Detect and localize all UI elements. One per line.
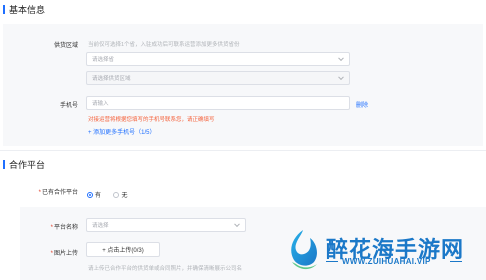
section-title-basic-text: 基本信息 <box>9 5 46 15</box>
province-select-placeholder: 请选择省 <box>92 57 115 63</box>
upload-button-label: + 点击上传(0/3) <box>102 248 144 254</box>
radio-option-no[interactable]: 无 <box>113 186 127 203</box>
supply-region-select[interactable]: 请选择供货区域 <box>86 71 350 85</box>
radio-option-yes[interactable]: 有 <box>87 186 105 203</box>
province-select[interactable]: 请选择省 <box>86 52 350 66</box>
section-title-partner: 合作平台 <box>3 158 45 171</box>
platform-name-select[interactable]: 请选择 <box>86 218 246 232</box>
add-phone-link[interactable]: + 添加更多手机号（1/5） <box>88 127 156 136</box>
section-divider <box>0 150 486 151</box>
has-platform-radio-group: 有 无 <box>87 186 127 204</box>
radio-option-no-label: 无 <box>121 193 128 200</box>
platform-name-label: *平台名称 <box>50 225 78 231</box>
chevron-down-icon <box>234 221 240 228</box>
has-platform-label: *已有合作平台 <box>38 190 78 196</box>
delete-phone-button[interactable]: 删除 <box>356 100 368 109</box>
phone-input[interactable]: 请输入 <box>86 96 350 110</box>
phone-input-placeholder: 请输入 <box>92 101 109 107</box>
chevron-down-icon <box>338 74 344 81</box>
watermark-rule-right <box>450 261 462 262</box>
image-upload-label: *图片上传 <box>50 251 78 257</box>
platform-name-select-placeholder: 请选择 <box>92 223 109 229</box>
section-accent-bar <box>3 5 5 14</box>
radio-unchecked-icon <box>113 191 120 198</box>
watermark: 醉花海手游网 WWW.ZUIHUAHAI.VIP <box>280 226 480 276</box>
radio-option-yes-label: 有 <box>95 193 102 200</box>
watermark-url: WWW.ZUIHUAHAI.VIP <box>342 257 431 266</box>
watermark-logo-icon <box>291 230 317 270</box>
radio-checked-icon <box>87 191 93 198</box>
upload-button[interactable]: + 点击上传(0/3) <box>86 242 160 257</box>
supply-region-select-placeholder: 请选择供货区域 <box>92 76 131 82</box>
phone-label: 手机号 <box>59 103 78 109</box>
section-title-basic: 基本信息 <box>3 3 45 16</box>
supply-area-hint: 当前仅可选择1个省，入驻成功后可联系运营添加更多供货省份 <box>88 42 240 48</box>
watermark-rule-left <box>326 261 338 262</box>
platform-name-label-text: 平台名称 <box>53 225 78 231</box>
chevron-down-icon <box>338 55 344 62</box>
phone-error-text: 对接运营将根据您填写的手机号联系您，请正确填写 <box>88 117 215 123</box>
has-platform-label-text: 已有合作平台 <box>41 190 78 196</box>
section-accent-bar <box>3 160 5 169</box>
image-upload-label-text: 图片上传 <box>53 251 78 257</box>
upload-hint: 请上传已合作平台的供货单或合同照片，并确保清晰展示公司名 <box>88 266 243 272</box>
supply-area-label: 供货区域 <box>53 43 78 49</box>
section-title-partner-text: 合作平台 <box>9 160 46 170</box>
